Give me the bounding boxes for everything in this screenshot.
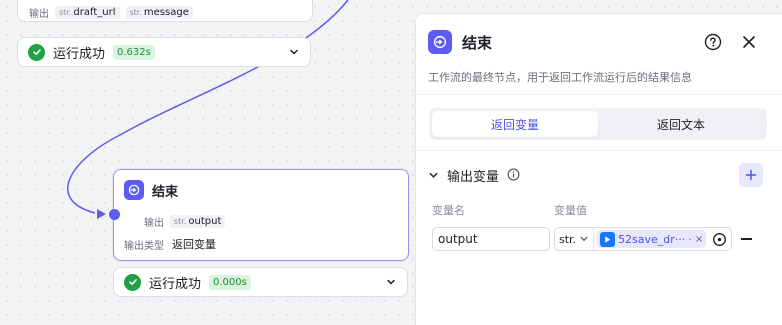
- output-tag-message: str. message: [125, 6, 193, 19]
- panel-title: 结束: [462, 33, 493, 52]
- divider: [416, 94, 782, 95]
- output-tag: str. output: [170, 215, 226, 228]
- reference-suffix: ·: [688, 232, 692, 246]
- reference-text: 52save_dr···: [618, 232, 686, 246]
- chevron-down-icon[interactable]: [288, 46, 300, 58]
- type-select[interactable]: str.: [555, 228, 595, 250]
- remove-reference-icon[interactable]: ×: [695, 234, 703, 245]
- info-icon[interactable]: [507, 166, 520, 185]
- plugin-logo-icon: [600, 231, 616, 247]
- variable-value-field[interactable]: str. 52save_dr··· · ×: [554, 227, 732, 251]
- target-icon[interactable]: [712, 232, 727, 247]
- return-mode-toggle: 返回变量 返回文本: [429, 108, 767, 140]
- remove-variable-icon[interactable]: [741, 238, 752, 240]
- output-name: draft_url: [73, 7, 116, 18]
- input-handle[interactable]: [109, 209, 120, 220]
- output-tag-draft-url: str. draft_url: [55, 6, 120, 19]
- duration-badge: 0.000s: [209, 274, 251, 290]
- run-status-bar-top[interactable]: 运行成功 0.632s: [17, 37, 311, 67]
- divider: [416, 150, 782, 151]
- help-icon[interactable]: [704, 33, 722, 55]
- workflow-canvas[interactable]: 输出 str. draft_url str. message 运行成功 0.63…: [0, 0, 415, 325]
- type-prefix: str.: [174, 217, 187, 226]
- plus-icon: [745, 169, 757, 181]
- type-select-value: str.: [559, 232, 577, 246]
- end-node-card[interactable]: 结束 输出 str. output 输出类型 返回变量: [113, 169, 409, 261]
- success-check-icon: [28, 43, 45, 61]
- panel-description: 工作流的最终节点，用于返回工作流运行后的结果信息: [428, 71, 692, 84]
- column-header-name: 变量名: [432, 204, 465, 217]
- success-check-icon: [124, 273, 141, 291]
- run-status-bar-bottom[interactable]: 运行成功 0.000s: [113, 267, 408, 297]
- output-kind-value: 返回变量: [172, 238, 216, 251]
- chevron-down-icon[interactable]: [385, 276, 397, 288]
- type-prefix: str.: [59, 8, 72, 17]
- status-label: 运行成功: [53, 46, 106, 62]
- tab-return-variable[interactable]: 返回变量: [432, 111, 598, 137]
- end-node-output-kind-row: 输出类型 返回变量: [124, 236, 216, 252]
- status-label: 运行成功: [149, 276, 202, 292]
- end-node-title: 结束: [152, 184, 179, 200]
- output-label: 输出: [29, 9, 49, 20]
- add-variable-button[interactable]: [739, 163, 763, 187]
- type-prefix: str.: [129, 8, 142, 17]
- end-node-header: 结束: [124, 180, 178, 200]
- previous-node-outputs: 输出 str. draft_url str. message: [29, 5, 193, 20]
- variable-reference-chip[interactable]: 52save_dr··· · ×: [597, 230, 707, 248]
- previous-node-card[interactable]: 输出 str. draft_url str. message: [17, 0, 313, 22]
- close-icon[interactable]: [742, 34, 756, 53]
- end-node-icon: [124, 180, 144, 200]
- variable-name-input[interactable]: [432, 227, 550, 251]
- output-variables-section-header[interactable]: 输出变量: [428, 166, 520, 185]
- chevron-down-icon: [580, 236, 588, 242]
- output-kind-label: 输出类型: [124, 240, 164, 252]
- end-node-output-row: 输出 str. output: [144, 214, 226, 229]
- output-label: 输出: [144, 218, 164, 229]
- output-name: output: [188, 216, 222, 227]
- panel-header: 结束: [428, 30, 492, 54]
- tab-return-text[interactable]: 返回文本: [598, 111, 764, 137]
- node-settings-panel: 结束 工作流的最终节点，用于返回工作流运行后的结果信息 返回变量 返回文本 输出…: [415, 13, 782, 325]
- chevron-down-icon[interactable]: [428, 166, 439, 185]
- section-title: 输出变量: [447, 170, 500, 185]
- duration-badge: 0.632s: [113, 44, 155, 60]
- end-node-icon: [428, 30, 452, 54]
- column-header-value: 变量值: [554, 204, 587, 217]
- output-name: message: [143, 7, 189, 18]
